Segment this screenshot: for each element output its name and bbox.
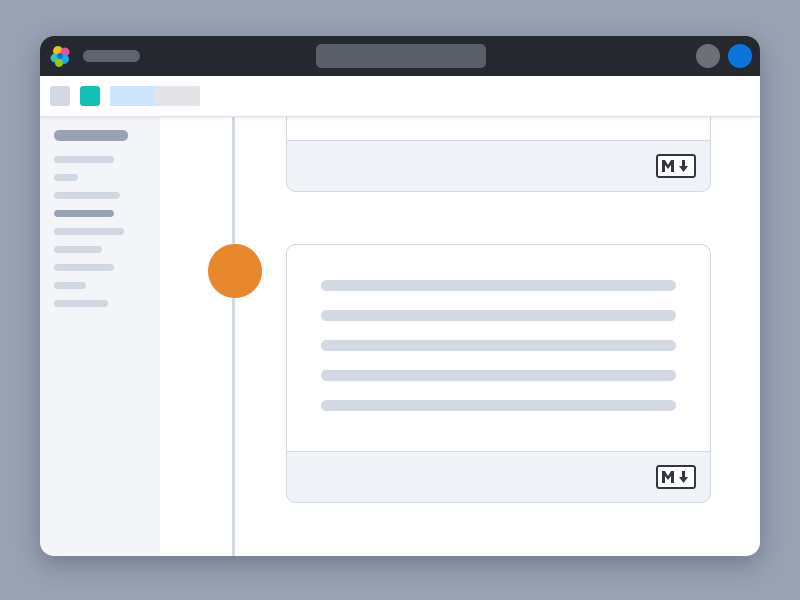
sidebar xyxy=(40,117,160,556)
sidebar-item[interactable] xyxy=(54,300,108,307)
timeline-line xyxy=(232,117,235,556)
user-avatar-icon[interactable] xyxy=(728,44,752,68)
card-footer xyxy=(287,451,710,502)
sidebar-heading xyxy=(54,130,128,141)
sidebar-item[interactable] xyxy=(54,246,102,253)
markdown-icon[interactable] xyxy=(656,465,696,489)
markdown-icon[interactable] xyxy=(656,154,696,178)
timeline-card xyxy=(286,117,711,192)
toolbar-button-teal[interactable] xyxy=(80,86,100,106)
sidebar-item[interactable] xyxy=(54,264,114,271)
sidebar-item[interactable] xyxy=(54,228,124,235)
title-bar xyxy=(40,36,760,76)
sidebar-item-active[interactable] xyxy=(54,210,114,217)
sidebar-item[interactable] xyxy=(54,174,78,181)
text-placeholder-line xyxy=(321,370,676,381)
tab-active[interactable] xyxy=(110,86,155,106)
help-avatar-icon[interactable] xyxy=(696,44,720,68)
tab-inactive[interactable] xyxy=(155,86,200,106)
text-placeholder-line xyxy=(321,340,676,351)
app-window xyxy=(40,36,760,556)
elastic-logo-icon[interactable] xyxy=(49,44,73,68)
timeline-card xyxy=(286,244,711,503)
text-placeholder-line xyxy=(321,400,676,411)
timeline-marker xyxy=(208,244,262,298)
sidebar-item[interactable] xyxy=(54,282,86,289)
card-footer xyxy=(287,140,710,191)
toolbar-button-gray[interactable] xyxy=(50,86,70,106)
timeline-content xyxy=(160,117,760,556)
text-placeholder-line xyxy=(321,310,676,321)
sidebar-item[interactable] xyxy=(54,156,114,163)
sidebar-item[interactable] xyxy=(54,192,120,199)
app-title-placeholder xyxy=(83,50,140,62)
text-placeholder-line xyxy=(321,280,676,291)
search-input[interactable] xyxy=(316,44,486,68)
toolbar xyxy=(40,76,760,117)
